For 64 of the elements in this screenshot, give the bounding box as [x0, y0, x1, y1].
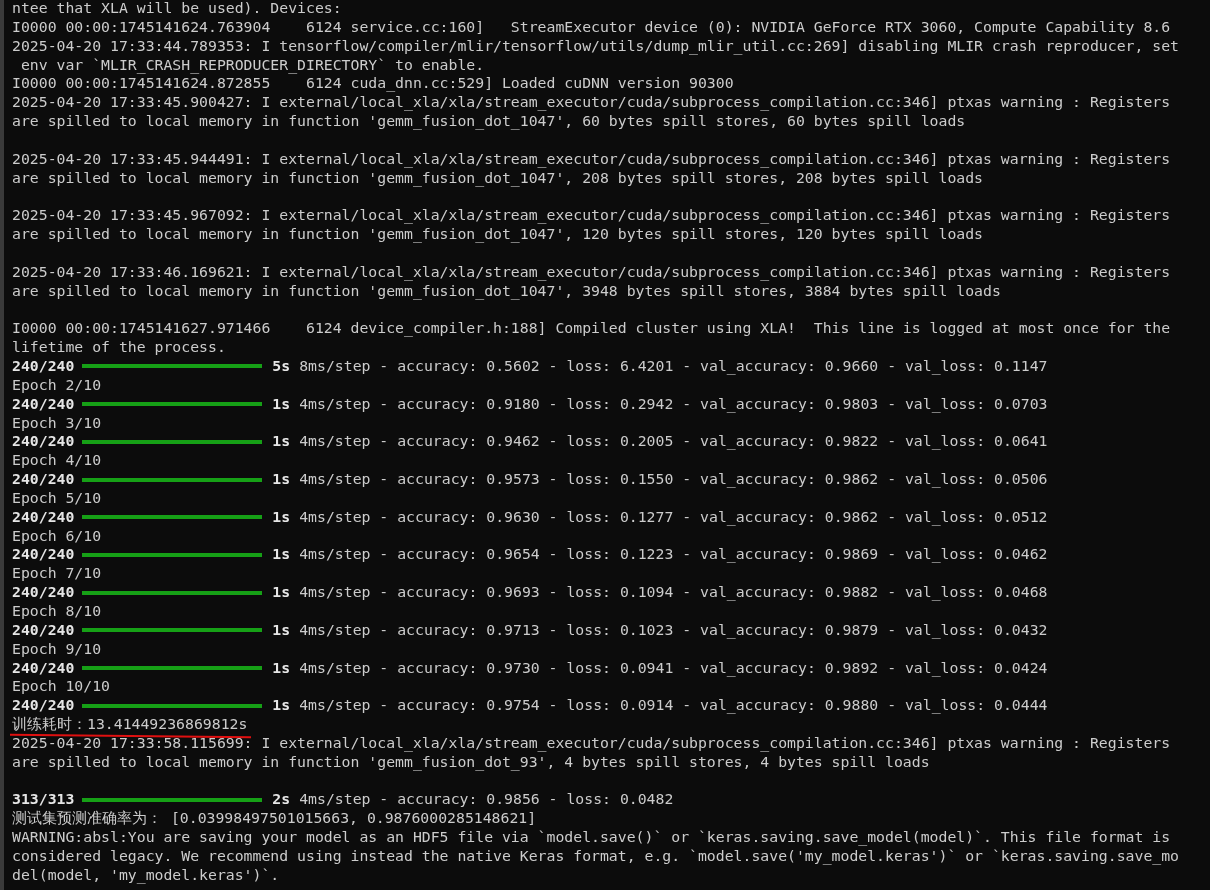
step-count: 240/240 — [12, 545, 75, 565]
elapsed-time: 1s — [272, 470, 291, 489]
step-count: 240/240 — [12, 507, 75, 527]
step-count: 240/240 — [12, 394, 75, 414]
step-count: 240/240 — [12, 432, 75, 452]
step-count: 240/240 — [12, 357, 75, 376]
elapsed-time: 1s — [272, 696, 291, 716]
log-line: ntee that XLA will be used). Devices: — [12, 0, 342, 18]
metrics-text: 4ms/step - accuracy: 0.9856 - loss: 0.0482 — [299, 790, 674, 810]
metrics-text: 4ms/step - accuracy: 0.9630 - loss: 0.1277 - val_accuracy: 0.9862 - val_loss: 0.0512 — [299, 507, 1048, 527]
metrics-text: 8ms/step - accuracy: 0.5602 - loss: 6.4201 - val_accuracy: 0.9660 - val_loss: 0.1147 — [299, 357, 1048, 376]
log-line: Epoch 5/10 — [12, 488, 102, 508]
metrics-text: 4ms/step - accuracy: 0.9573 - loss: 0.1550 - val_accuracy: 0.9862 - val_loss: 0.0506 — [299, 470, 1048, 489]
log-line: are spilled to local memory in function 'gemm_fusion_dot_1047', 208 bytes spill stores, 208 bytes spill loads — [12, 168, 984, 188]
log-line: WARNING:absl:You are saving your model as an HDF5 file via `model.save()` or `keras.saving.save_model(model)`. This file format is — [12, 828, 1171, 847]
log-line: 2025-04-20 17:33:45.900427: I external/local_xla/xla/stream_executor/cuda/subprocess_compilation.cc:346] ptxas warning : Registers — [12, 93, 1171, 113]
log-line: 2025-04-20 17:33:44.789353: I tensorflow/compiler/mlir/tensorflow/utils/dump_mlir_util.cc:269] disabling MLIR crash reproducer, set — [12, 36, 1179, 56]
metrics-text: 4ms/step - accuracy: 0.9180 - loss: 0.2942 - val_accuracy: 0.9803 - val_loss: 0.0703 — [299, 394, 1048, 414]
metrics-text: 4ms/step - accuracy: 0.9462 - loss: 0.2005 - val_accuracy: 0.9822 - val_loss: 0.0641 — [299, 432, 1048, 452]
metrics-text: 4ms/step - accuracy: 0.9654 - loss: 0.1223 - val_accuracy: 0.9869 - val_loss: 0.0462 — [299, 545, 1048, 565]
log-line: considered legacy. We recommend using instead the native Keras format, e.g. `model.save('my_model.keras')` or `keras.saving.save_mo — [12, 846, 1179, 866]
step-count: 240/240 — [12, 470, 75, 489]
log-line: Epoch 4/10 — [12, 451, 102, 471]
step-count: 240/240 — [12, 696, 75, 716]
step-count: 240/240 — [12, 658, 75, 678]
log-line: Epoch 6/10 — [12, 526, 102, 546]
log-line: I0000 00:00:1745141627.971466 6124 device_compiler.h:188] Compiled cluster using XLA! This line is logged at most once for the — [12, 319, 1171, 339]
log-line: Epoch 7/10 — [12, 564, 102, 584]
log-line: 测试集预测准确率为： [0.03998497501015663, 0.9876000285148621] — [12, 809, 537, 829]
log-line: 2025-04-20 17:33:58.115699: I external/local_xla/xla/stream_executor/cuda/subprocess_compilation.cc:346] ptxas warning : Registers — [12, 733, 1171, 753]
log-line: Epoch 3/10 — [12, 413, 102, 433]
elapsed-time: 1s — [272, 432, 291, 452]
log-line: env var `MLIR_CRASH_REPRODUCER_DIRECTORY` to enable. — [19, 55, 485, 75]
log-line: I0000 00:00:1745141624.872855 6124 cuda_dnn.cc:529] Loaded cuDNN version 90300 — [12, 74, 734, 94]
log-line: are spilled to local memory in function 'gemm_fusion_dot_1047', 3948 bytes spill stores, 3884 bytes spill loads — [12, 281, 1001, 301]
elapsed-time: 1s — [272, 658, 291, 678]
elapsed-time: 1s — [272, 507, 291, 527]
log-line: 2025-04-20 17:33:45.944491: I external/local_xla/xla/stream_executor/cuda/subprocess_compilation.cc:346] ptxas warning : Registers — [12, 149, 1171, 169]
log-line: I0000 00:00:1745141624.763904 6124 service.cc:160] StreamExecutor device (0): NVIDIA GeForce RTX 3060, Compute Capability 8.6 — [12, 17, 1171, 37]
log-line: Epoch 2/10 — [12, 375, 102, 395]
log-line: lifetime of the process. — [12, 338, 226, 358]
log-line: Epoch 8/10 — [12, 602, 102, 621]
log-line: 2025-04-20 17:33:46.169621: I external/local_xla/xla/stream_executor/cuda/subprocess_compilation.cc:346] ptxas warning : Registers — [12, 262, 1171, 282]
elapsed-time: 1s — [272, 583, 291, 602]
log-line: are spilled to local memory in function 'gemm_fusion_dot_1047', 60 bytes spill stores, 60 bytes spill loads — [12, 112, 966, 131]
log-line: 训练耗时：13.41449236869812s — [12, 715, 248, 734]
metrics-text: 4ms/step - accuracy: 0.9693 - loss: 0.1094 - val_accuracy: 0.9882 - val_loss: 0.0468 — [299, 583, 1048, 602]
log-line: are spilled to local memory in function 'gemm_fusion_dot_1047', 120 bytes spill stores, 120 bytes spill loads — [12, 225, 984, 244]
step-count: 240/240 — [12, 583, 75, 602]
metrics-text: 4ms/step - accuracy: 0.9713 - loss: 0.1023 - val_accuracy: 0.9879 - val_loss: 0.0432 — [299, 620, 1048, 640]
step-count: 240/240 — [12, 620, 75, 640]
step-count: 313/313 — [12, 790, 75, 810]
metrics-text: 4ms/step - accuracy: 0.9730 - loss: 0.0941 - val_accuracy: 0.9892 - val_loss: 0.0424 — [299, 658, 1048, 678]
elapsed-time: 1s — [272, 620, 291, 640]
log-line: are spilled to local memory in function 'gemm_fusion_dot_93', 4 bytes spill stores, 4 bytes spill loads — [12, 752, 930, 772]
elapsed-time: 2s — [272, 790, 291, 810]
metrics-text: 4ms/step - accuracy: 0.9754 - loss: 0.0914 - val_accuracy: 0.9880 - val_loss: 0.0444 — [299, 696, 1048, 716]
elapsed-time: 5s — [272, 357, 291, 376]
elapsed-time: 1s — [272, 545, 291, 565]
elapsed-time: 1s — [272, 394, 291, 414]
log-line: Epoch 9/10 — [12, 639, 102, 659]
log-line: 2025-04-20 17:33:45.967092: I external/local_xla/xla/stream_executor/cuda/subprocess_compilation.cc:346] ptxas warning : Registers — [12, 206, 1171, 226]
log-line: Epoch 10/10 — [12, 677, 110, 697]
log-line: del(model, 'my_model.keras')`. — [12, 865, 280, 885]
